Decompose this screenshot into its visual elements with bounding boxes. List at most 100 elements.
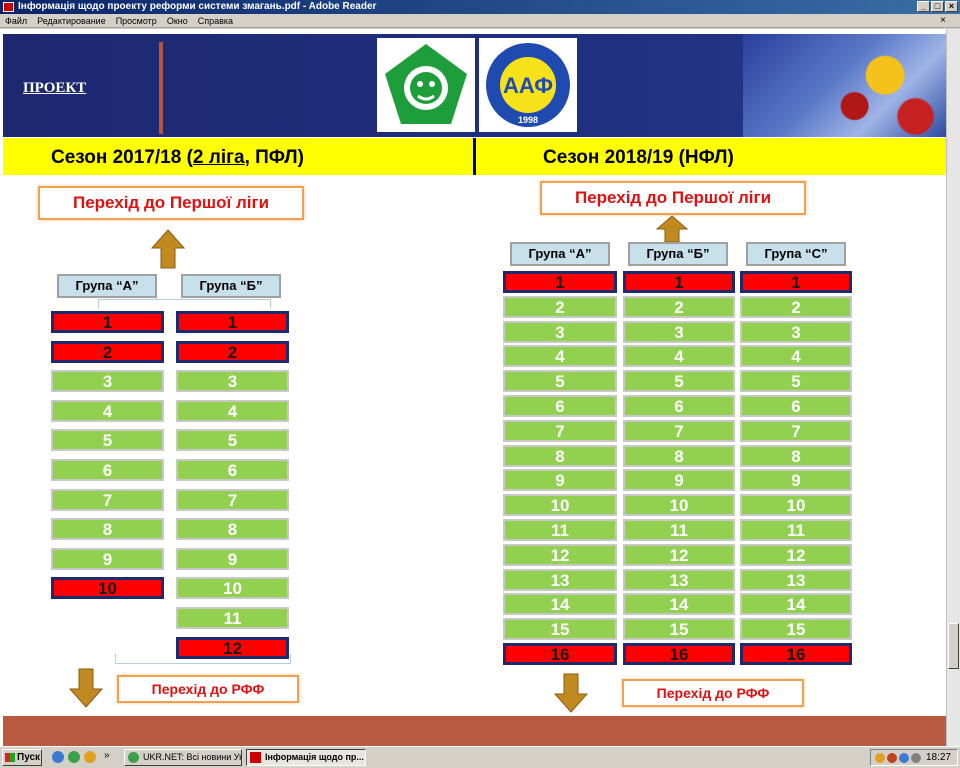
window-controls: _ □ × <box>917 1 958 12</box>
tray-icon-3[interactable] <box>899 753 909 763</box>
right-group-b-label: Група “Б” <box>628 242 728 266</box>
vertical-scrollbar[interactable] <box>946 29 960 746</box>
football-players-photo <box>743 34 946 137</box>
position-cell-highlight: 16 <box>740 643 852 665</box>
menu-edit[interactable]: Редактирование <box>37 14 106 27</box>
tray-icon-2[interactable] <box>887 753 897 763</box>
position-cell: 9 <box>740 469 852 491</box>
position-cell: 4 <box>176 400 289 422</box>
pdf-icon <box>250 752 261 763</box>
position-cell: 4 <box>740 345 852 367</box>
season-2018-title: Сезон 2018/19 (НФЛ) <box>543 147 734 168</box>
position-cell: 14 <box>503 593 617 615</box>
position-cell: 11 <box>623 519 735 541</box>
position-cell-highlight: 1 <box>176 311 289 333</box>
left-up-arrow-icon <box>150 229 186 269</box>
position-cell: 11 <box>176 607 289 629</box>
close-button[interactable]: × <box>945 1 958 12</box>
position-cell: 8 <box>176 518 289 540</box>
position-cell: 5 <box>176 429 289 451</box>
taskbar-item-label: Інформація щодо пр... <box>265 752 364 762</box>
project-label: ПРОЕКТ <box>23 80 87 96</box>
menu-window[interactable]: Окно <box>167 14 188 27</box>
left-promotion-callout: Перехід до Першої ліги <box>38 186 304 220</box>
right-down-arrow-icon <box>553 673 589 713</box>
position-cell: 5 <box>51 429 164 451</box>
position-cell: 6 <box>503 395 617 417</box>
start-label: Пуск <box>17 752 41 763</box>
position-cell: 7 <box>623 420 735 442</box>
position-cell: 11 <box>503 519 617 541</box>
position-cell-highlight: 1 <box>503 271 617 293</box>
position-cell: 11 <box>740 519 852 541</box>
position-cell: 12 <box>623 544 735 566</box>
start-button[interactable]: Пуск <box>2 749 42 766</box>
menu-file[interactable]: Файл <box>5 14 27 27</box>
clock: 18:27 <box>925 752 951 763</box>
position-cell: 8 <box>623 445 735 467</box>
position-cell: 10 <box>176 577 289 599</box>
menu-help[interactable]: Справка <box>198 14 233 27</box>
position-cell: 4 <box>51 400 164 422</box>
position-cell: 3 <box>740 321 852 343</box>
adobe-reader-icon <box>3 2 14 12</box>
menu-view[interactable]: Просмотр <box>116 14 157 27</box>
position-cell: 2 <box>623 296 735 318</box>
position-cell: 8 <box>51 518 164 540</box>
position-cell: 9 <box>176 548 289 570</box>
position-cell: 4 <box>623 345 735 367</box>
position-cell: 3 <box>51 370 164 392</box>
menu-bar: Файл Редактирование Просмотр Окно Справк… <box>0 14 960 28</box>
left-group-a-label: Група “А” <box>57 274 157 298</box>
minimize-button[interactable]: _ <box>917 1 930 12</box>
chrome-quicklaunch-icon[interactable] <box>84 751 96 763</box>
season-header-band: Сезон 2017/18 (2 ліга, ПФЛ) Сезон 2018/1… <box>3 138 946 175</box>
taskbar-item-adobe-reader[interactable]: Інформація щодо пр... <box>246 749 366 766</box>
quicklaunch-expand-icon[interactable]: » <box>104 750 110 761</box>
position-cell: 3 <box>623 321 735 343</box>
taskbar-item-ukrnet[interactable]: UKR.NET: Всі новини Ук... <box>124 749 242 766</box>
tray-icon-1[interactable] <box>875 753 885 763</box>
position-cell: 14 <box>623 593 735 615</box>
windows-taskbar: Пуск » UKR.NET: Всі новини Ук... Інформа… <box>0 746 960 768</box>
position-cell: 9 <box>503 469 617 491</box>
browser-quicklaunch-icon[interactable] <box>68 751 80 763</box>
left-relegation-callout: Перехід до РФФ <box>117 675 299 703</box>
maximize-button[interactable]: □ <box>931 1 944 12</box>
position-cell: 6 <box>740 395 852 417</box>
volume-icon[interactable] <box>911 753 921 763</box>
banner-divider <box>159 42 163 134</box>
aaf-ukraine-logo: ААФ 1998 <box>479 38 577 132</box>
logo-year: 1998 <box>518 115 538 125</box>
left-groups-bracket <box>98 299 271 309</box>
season-divider <box>473 138 476 175</box>
position-cell: 2 <box>503 296 617 318</box>
position-cell-highlight: 16 <box>623 643 735 665</box>
position-cell: 2 <box>740 296 852 318</box>
slide-header-banner: ПРОЕКТ ААФ 1998 <box>3 34 946 137</box>
position-cell: 10 <box>740 494 852 516</box>
document-close-button[interactable]: × <box>940 14 946 28</box>
position-cell-highlight: 1 <box>623 271 735 293</box>
right-promotion-callout: Перехід до Першої ліги <box>540 181 806 215</box>
position-cell: 12 <box>503 544 617 566</box>
position-cell: 8 <box>740 445 852 467</box>
windows-flag-icon <box>5 753 15 762</box>
show-desktop-icon[interactable] <box>52 751 64 763</box>
position-cell: 13 <box>740 569 852 591</box>
right-relegation-callout: Перехід до РФФ <box>622 679 804 707</box>
position-cell: 7 <box>51 489 164 511</box>
slide-footer-strip <box>3 716 946 746</box>
logo-monogram: ААФ <box>503 73 553 98</box>
position-cell-highlight: 2 <box>176 341 289 363</box>
position-cell: 5 <box>740 370 852 392</box>
left-bottom-bracket <box>115 654 291 664</box>
pfl-lion-logo <box>377 38 475 132</box>
position-cell: 15 <box>503 618 617 640</box>
position-cell-highlight: 2 <box>51 341 164 363</box>
left-down-arrow-icon <box>68 668 104 708</box>
position-cell-highlight: 1 <box>51 311 164 333</box>
window-title-bar[interactable]: Інформація щодо проекту реформи системи … <box>0 0 960 14</box>
position-cell: 13 <box>623 569 735 591</box>
scrollbar-thumb[interactable] <box>948 623 959 669</box>
